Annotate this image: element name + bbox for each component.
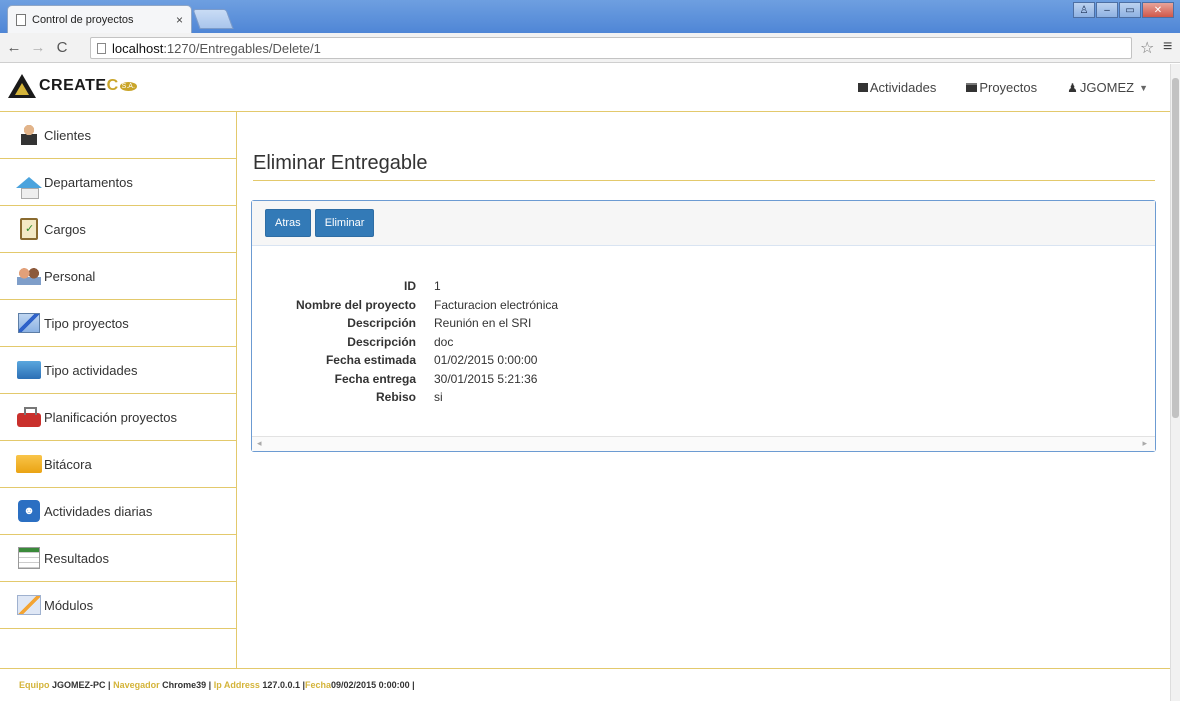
detail-row-descripcion: Descripción Reunión en el SRI bbox=[347, 316, 532, 330]
top-nav: Actividades Proyectos ♟ JGOMEZ ▼ bbox=[857, 80, 1148, 95]
sidebar-item-departamentos[interactable]: Departamentos bbox=[0, 159, 236, 206]
detail-row-id: ID 1 bbox=[404, 279, 441, 293]
house-icon bbox=[16, 170, 42, 199]
scroll-right-icon[interactable]: ▸ bbox=[1142, 438, 1147, 449]
back-arrow-icon[interactable]: ← bbox=[4, 39, 24, 56]
scroll-left-icon[interactable]: ◂ bbox=[257, 438, 262, 449]
sidebar-item-bitacora[interactable]: Bitácora bbox=[0, 441, 236, 488]
sidebar-item-personal[interactable]: Personal bbox=[0, 253, 236, 300]
browser-toolbar: ← → C localhost:1270/Entregables/Delete/… bbox=[0, 33, 1180, 63]
toolbox-icon bbox=[16, 405, 42, 429]
user-icon: ♟ bbox=[1067, 80, 1078, 95]
address-bar[interactable]: localhost:1270/Entregables/Delete/1 bbox=[90, 37, 1132, 59]
sidebar-item-planificacion-proyectos[interactable]: Planificación proyectos bbox=[0, 394, 236, 441]
bookmark-star-icon[interactable]: ☆ bbox=[1140, 38, 1154, 58]
close-tab-icon[interactable]: × bbox=[176, 13, 183, 27]
vertical-scrollbar[interactable] bbox=[1170, 64, 1180, 701]
logo-text: CREATEC bbox=[39, 77, 119, 94]
detail-list: ID 1 Nombre del proyecto Facturacion ele… bbox=[252, 277, 1157, 407]
menu-icon[interactable]: ≡ bbox=[1163, 38, 1172, 56]
detail-row-fecha-entrega: Fecha entrega 30/01/2015 5:21:36 bbox=[334, 371, 538, 386]
details-panel: Atras Eliminar ID 1 Nombre del proyecto … bbox=[251, 200, 1156, 452]
caret-down-icon: ▼ bbox=[1139, 82, 1148, 93]
folder-icon bbox=[16, 452, 42, 476]
sidebar-item-clientes[interactable]: Clientes bbox=[0, 112, 236, 159]
group-icon: ☻ bbox=[16, 499, 42, 523]
main-content: Eliminar Entregable Atras Eliminar ID 1 … bbox=[238, 112, 1170, 668]
panel-toolbar: Atras Eliminar bbox=[252, 201, 1155, 246]
sidebar-item-tipo-actividades[interactable]: Tipo actividades bbox=[0, 347, 236, 394]
browser-tab[interactable]: Control de proyectos × bbox=[7, 5, 192, 33]
pencil-icon bbox=[16, 593, 42, 617]
reload-icon[interactable]: C bbox=[52, 39, 72, 56]
drawing-icon bbox=[16, 311, 42, 335]
clipboard-icon bbox=[16, 217, 42, 241]
sidebar-item-cargos[interactable]: Cargos bbox=[0, 206, 236, 253]
restore-button[interactable]: ▭ bbox=[1119, 2, 1141, 18]
logo-badge: S.A. bbox=[119, 81, 137, 91]
people-icon bbox=[16, 264, 42, 288]
page-icon bbox=[16, 13, 26, 26]
detail-row-nombre-proyecto: Nombre del proyecto Facturacion electrón… bbox=[295, 297, 559, 312]
spreadsheet-icon bbox=[16, 546, 42, 570]
back-button[interactable]: Atras bbox=[265, 209, 311, 237]
blue-folder-icon bbox=[16, 358, 42, 382]
nav-proyectos[interactable]: Proyectos bbox=[966, 80, 1037, 95]
detail-row-descripcion-2: Descripción doc bbox=[347, 334, 454, 349]
minimize-button[interactable]: – bbox=[1096, 2, 1118, 18]
sidebar: Clientes Departamentos Cargos Personal T… bbox=[0, 112, 237, 668]
detail-row-fecha-estimada: Fecha estimada 01/02/2015 0:00:00 bbox=[325, 353, 538, 367]
app: CREATEC S.A. Actividades Proyectos ♟ JGO… bbox=[0, 64, 1170, 701]
detail-row-rebiso: Rebiso si bbox=[375, 390, 443, 404]
flag-icon bbox=[857, 83, 868, 92]
user-profile-icon[interactable]: ♙ bbox=[1073, 2, 1095, 18]
forward-arrow-icon[interactable]: → bbox=[28, 39, 48, 56]
close-window-button[interactable]: ✕ bbox=[1142, 2, 1174, 18]
new-tab-button[interactable] bbox=[192, 9, 234, 29]
logo[interactable]: CREATEC S.A. bbox=[8, 74, 137, 98]
client-icon bbox=[16, 123, 42, 147]
app-header: CREATEC S.A. Actividades Proyectos ♟ JGO… bbox=[0, 64, 1170, 112]
window-controls: ♙ – ▭ ✕ bbox=[1073, 2, 1174, 18]
horizontal-scrollbar[interactable]: ◂ ▸ bbox=[252, 436, 1155, 451]
user-menu[interactable]: ♟ JGOMEZ ▼ bbox=[1067, 80, 1148, 95]
scrollbar-thumb[interactable] bbox=[1172, 78, 1179, 418]
browser-titlebar: Control de proyectos × ♙ – ▭ ✕ bbox=[0, 0, 1180, 33]
sidebar-item-actividades-diarias[interactable]: ☻ Actividades diarias bbox=[0, 488, 236, 535]
sidebar-item-modulos[interactable]: Módulos bbox=[0, 582, 236, 629]
page-title: Eliminar Entregable bbox=[253, 152, 428, 174]
divider bbox=[253, 180, 1155, 181]
page-icon bbox=[97, 42, 106, 54]
nav-actividades[interactable]: Actividades bbox=[857, 80, 936, 95]
logo-triangle-icon bbox=[8, 74, 36, 98]
briefcase-icon bbox=[966, 83, 978, 92]
tab-title: Control de proyectos bbox=[32, 13, 134, 26]
delete-button[interactable]: Eliminar bbox=[314, 209, 375, 237]
url-text: localhost:1270/Entregables/Delete/1 bbox=[112, 40, 321, 56]
footer-status: Equipo JGOMEZ-PC | Navegador Chrome39 | … bbox=[0, 668, 1170, 701]
sidebar-item-resultados[interactable]: Resultados bbox=[0, 535, 236, 582]
sidebar-item-tipo-proyectos[interactable]: Tipo proyectos bbox=[0, 300, 236, 347]
